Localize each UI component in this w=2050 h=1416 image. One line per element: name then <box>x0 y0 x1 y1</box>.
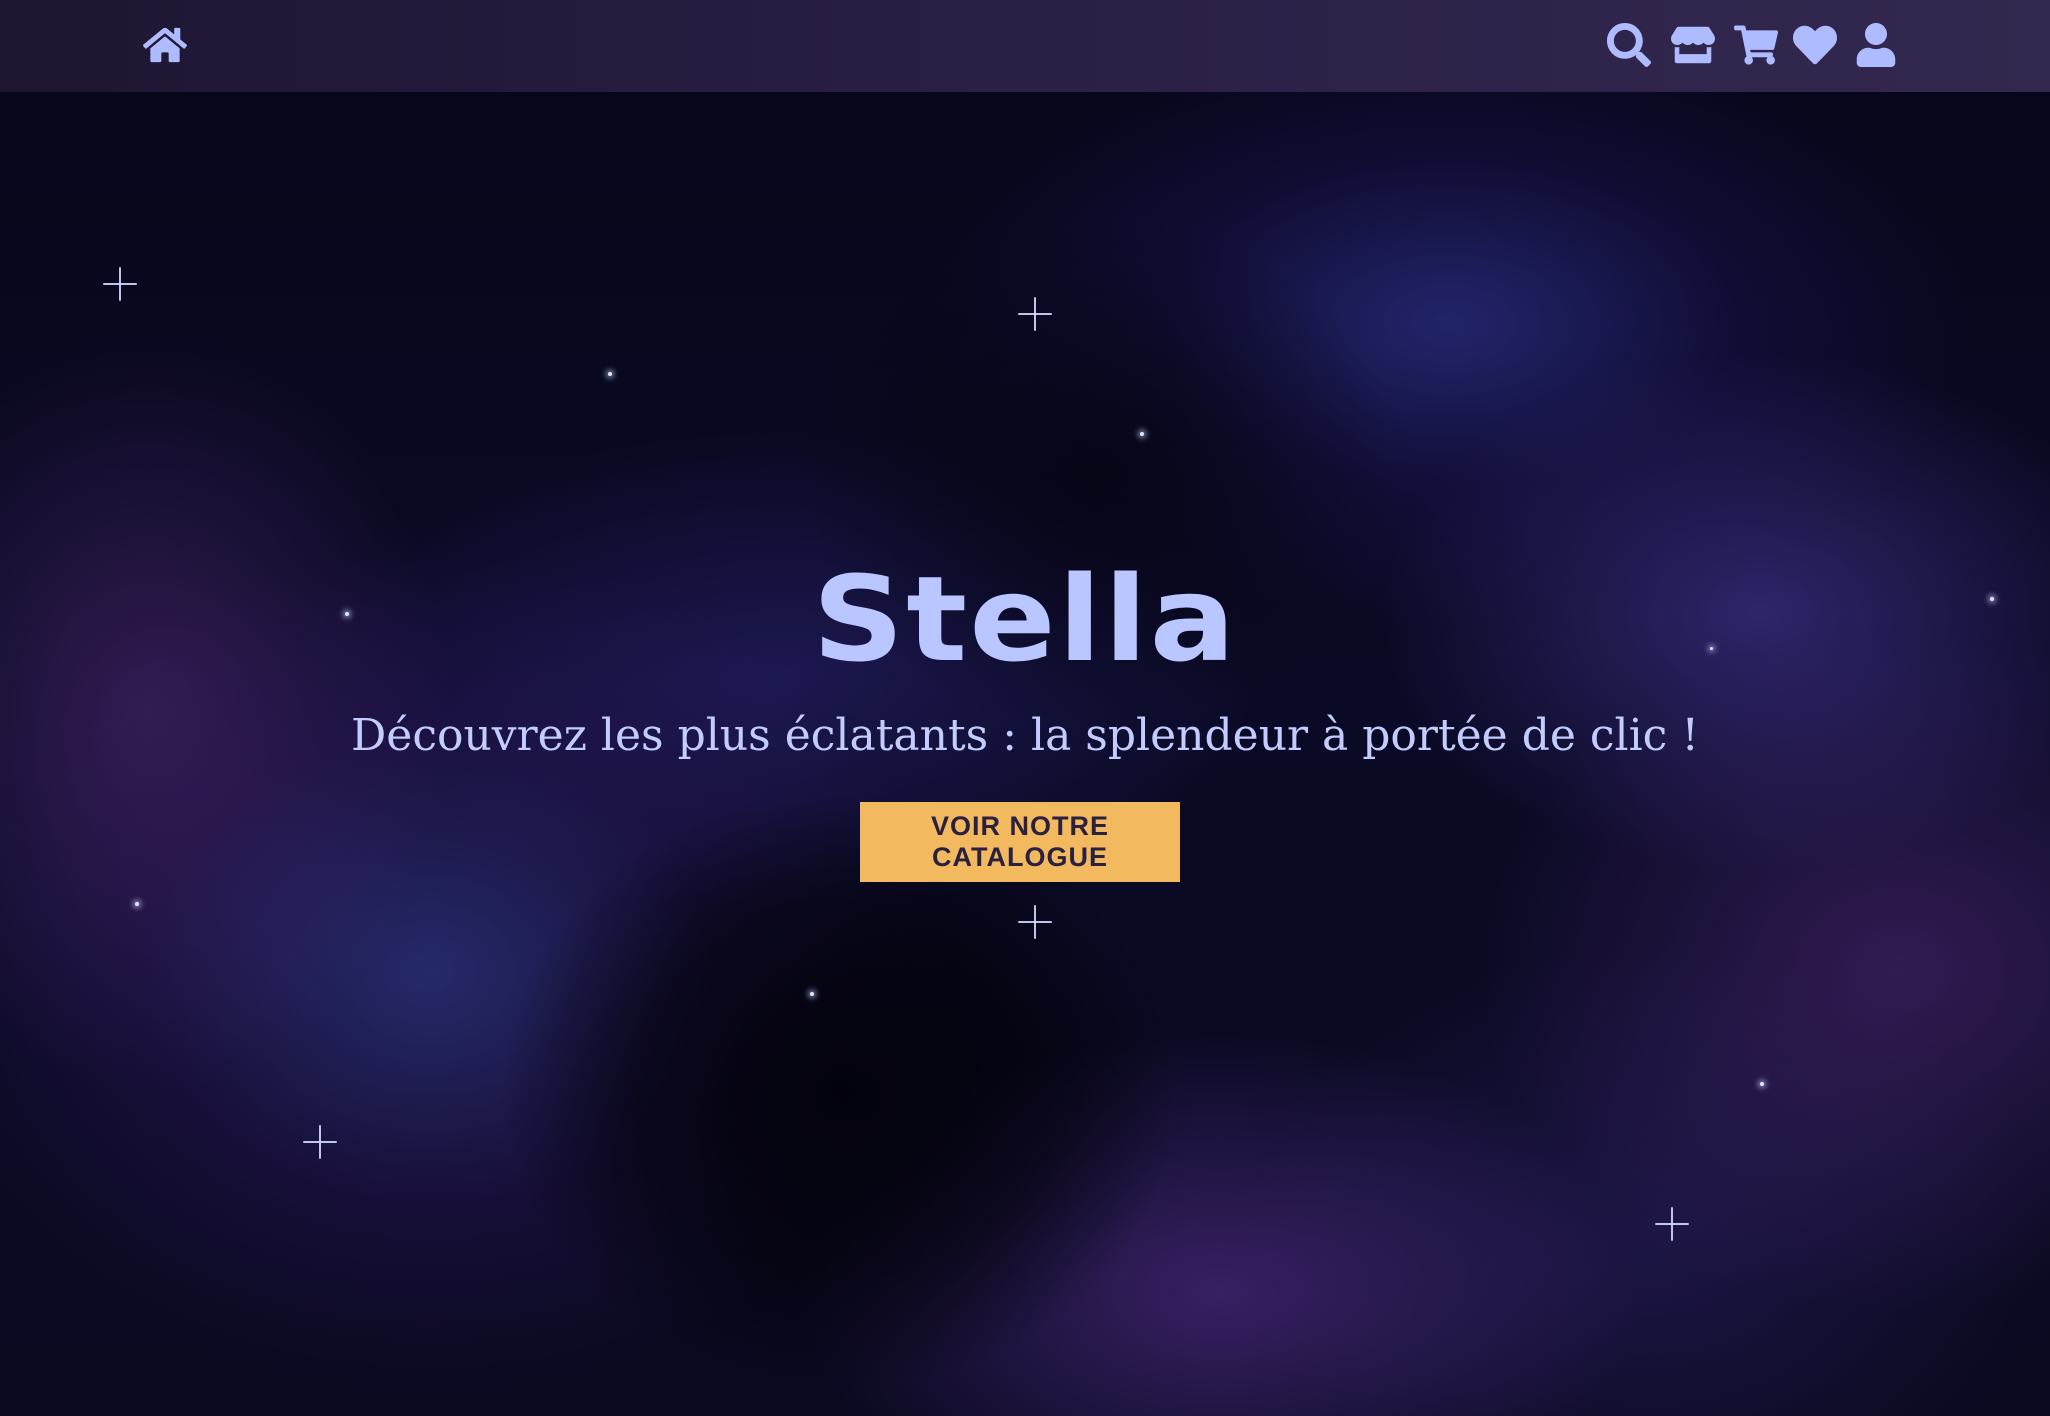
heart-icon-glyph <box>1793 25 1837 65</box>
star-dot <box>608 372 612 376</box>
hero-title: Stella <box>812 550 1238 688</box>
star-dot <box>1140 432 1144 436</box>
star-sparkle <box>1655 1207 1689 1241</box>
user-icon[interactable] <box>1853 22 1899 68</box>
cart-icon[interactable] <box>1733 22 1779 68</box>
star-dot <box>135 902 139 906</box>
home-icon-glyph <box>143 27 187 63</box>
navbar <box>0 0 2050 92</box>
star-dot <box>1760 1082 1764 1086</box>
hero-banner: Stella Découvrez les plus éclatants : la… <box>0 92 2050 1416</box>
store-icon-glyph <box>1671 26 1715 64</box>
cart-icon-glyph <box>1734 25 1778 65</box>
page: Stella Découvrez les plus éclatants : la… <box>0 0 2050 1416</box>
home-icon[interactable] <box>142 22 188 68</box>
star-sparkle <box>303 1125 337 1159</box>
search-icon-glyph <box>1607 23 1651 67</box>
heart-icon[interactable] <box>1792 22 1838 68</box>
catalogue-button[interactable]: VOIR NOTRE CATALOGUE <box>860 802 1180 882</box>
user-icon-glyph <box>1856 23 1896 67</box>
hero-subtitle: Découvrez les plus éclatants : la splend… <box>351 710 1699 761</box>
search-icon[interactable] <box>1606 22 1652 68</box>
star-sparkle <box>103 267 137 301</box>
star-sparkle <box>1018 905 1052 939</box>
star-sparkle <box>1018 297 1052 331</box>
store-icon[interactable] <box>1670 22 1716 68</box>
star-dot <box>810 992 814 996</box>
